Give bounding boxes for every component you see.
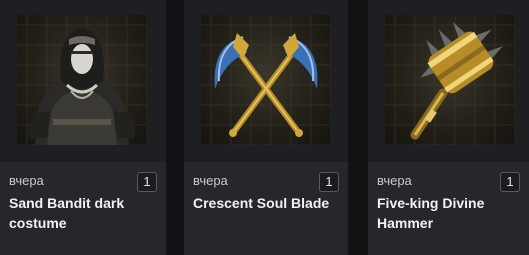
crescent-blades-icon bbox=[201, 15, 331, 145]
bandit-costume-icon bbox=[17, 15, 147, 145]
item-date: вчера bbox=[377, 173, 412, 188]
item-grid: вчера 1 Sand Bandit dark costume вчера 1… bbox=[0, 0, 529, 255]
hammer-icon bbox=[385, 15, 515, 145]
item-card[interactable]: вчера 1 Five-king Divine Hammer bbox=[368, 0, 529, 255]
item-meta: вчера 1 Five-king Divine Hammer bbox=[368, 162, 529, 255]
item-thumbnail-area bbox=[368, 0, 529, 162]
item-meta: вчера 1 Sand Bandit dark costume bbox=[0, 162, 166, 255]
item-name: Sand Bandit dark costume bbox=[9, 195, 125, 231]
item-thumbnail-area bbox=[184, 0, 348, 162]
item-card[interactable]: вчера 1 Crescent Soul Blade bbox=[184, 0, 348, 255]
item-date: вчера bbox=[193, 173, 228, 188]
item-count-badge: 1 bbox=[137, 172, 157, 192]
item-card[interactable]: вчера 1 Sand Bandit dark costume bbox=[0, 0, 166, 255]
item-name: Five-king Divine Hammer bbox=[377, 195, 485, 231]
item-thumbnail-area bbox=[0, 0, 166, 162]
item-count-badge: 1 bbox=[500, 172, 520, 192]
item-name: Crescent Soul Blade bbox=[193, 195, 330, 211]
item-count-badge: 1 bbox=[319, 172, 339, 192]
item-date: вчера bbox=[9, 173, 44, 188]
item-meta: вчера 1 Crescent Soul Blade bbox=[184, 162, 348, 255]
